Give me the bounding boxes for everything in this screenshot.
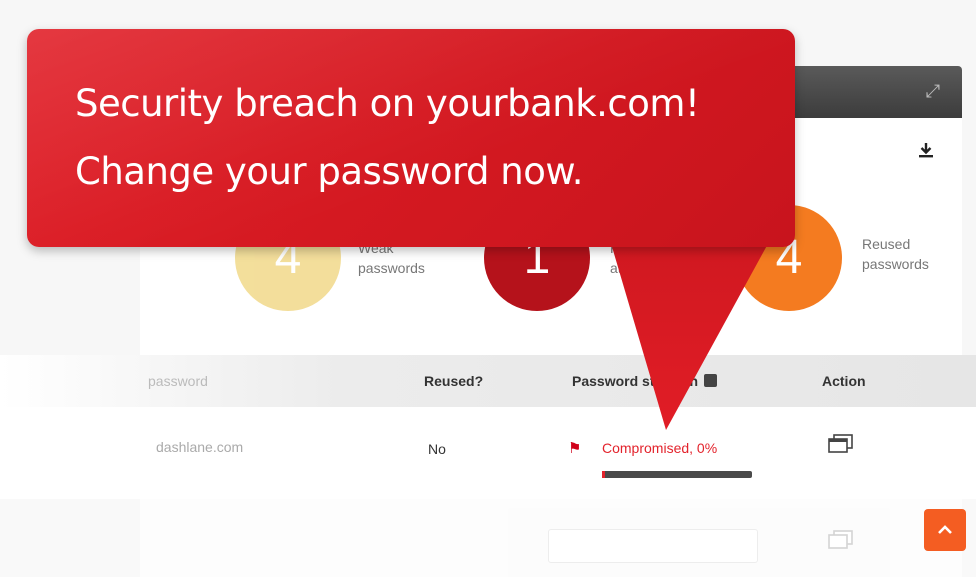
flag-icon: ⚑ bbox=[568, 440, 582, 457]
column-header-strength-label: Password strength bbox=[572, 373, 699, 389]
reused-label-line1: Reused bbox=[862, 236, 911, 252]
expand-icon[interactable]: ⤢ bbox=[922, 80, 944, 102]
column-header-reused[interactable]: Reused? bbox=[424, 373, 483, 389]
security-alert-callout bbox=[27, 29, 795, 247]
table-row[interactable] bbox=[0, 499, 976, 577]
strength-bar-fill bbox=[602, 471, 605, 478]
column-header-strength[interactable]: Password strength bbox=[572, 373, 718, 389]
strength-value: Compromised, 0% bbox=[602, 440, 718, 456]
risk-label-line2: at risk bbox=[610, 260, 648, 276]
strength-bar bbox=[602, 471, 752, 478]
callout-message-line2: Change your password now. bbox=[75, 150, 584, 193]
column-header-action: Action bbox=[822, 373, 866, 389]
table-row[interactable]: dashlane.com No ⚑ Compromised, 0% bbox=[0, 407, 976, 499]
chevron-up-icon[interactable] bbox=[924, 509, 966, 551]
callout-message-line1: Security breach on yourbank.com! bbox=[75, 82, 700, 125]
account-domain: dashlane.com bbox=[156, 439, 244, 455]
column-header-password[interactable]: password bbox=[148, 373, 208, 389]
open-window-icon[interactable] bbox=[826, 433, 856, 455]
weak-label-line2: passwords bbox=[358, 260, 425, 276]
table-header: password Reused? Password strength Actio… bbox=[0, 355, 976, 407]
row-action-button[interactable] bbox=[548, 529, 758, 563]
info-icon[interactable] bbox=[704, 374, 718, 387]
app-window: ⤢ 4 Weak passwords 1 Passwords at risk 4… bbox=[0, 0, 976, 577]
reused-passwords-label: Reused passwords bbox=[862, 234, 972, 274]
reused-label-line2: passwords bbox=[862, 256, 929, 272]
download-icon[interactable] bbox=[912, 140, 940, 168]
reused-value: No bbox=[428, 441, 446, 457]
open-window-icon[interactable] bbox=[826, 529, 856, 551]
